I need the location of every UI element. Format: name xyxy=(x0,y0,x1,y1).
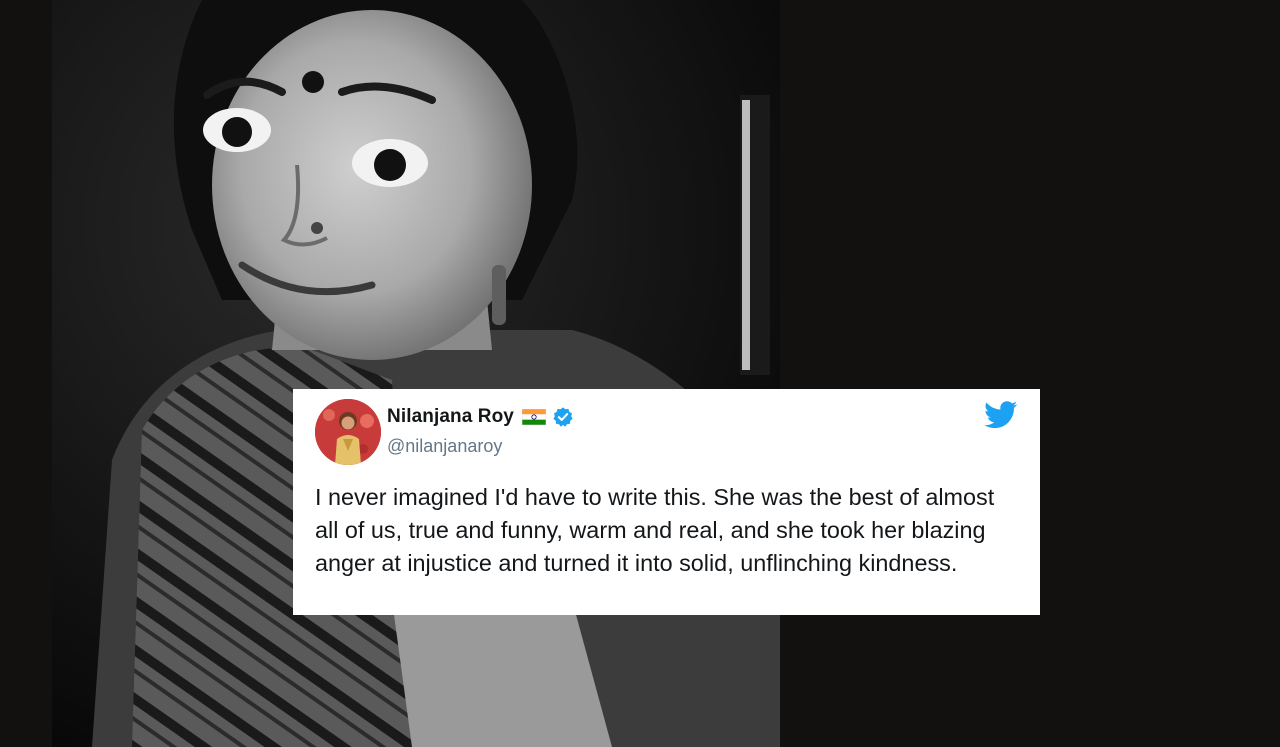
india-flag-icon xyxy=(521,408,547,426)
avatar[interactable] xyxy=(315,399,381,465)
portrait-photo xyxy=(52,0,780,747)
tweet-text: I never imagined I'd have to write this.… xyxy=(315,484,995,576)
image-canvas: Nilanjana Roy @nilanjanaroy I never imag… xyxy=(0,0,1280,747)
user-handle[interactable]: @nilanjanaroy xyxy=(387,436,502,457)
name-row: Nilanjana Roy xyxy=(387,406,574,428)
tweet-card: Nilanjana Roy @nilanjanaroy I never imag… xyxy=(293,389,1040,615)
verified-badge-icon xyxy=(552,406,574,428)
twitter-bird-icon[interactable] xyxy=(984,401,1018,429)
display-name[interactable]: Nilanjana Roy xyxy=(387,406,514,428)
